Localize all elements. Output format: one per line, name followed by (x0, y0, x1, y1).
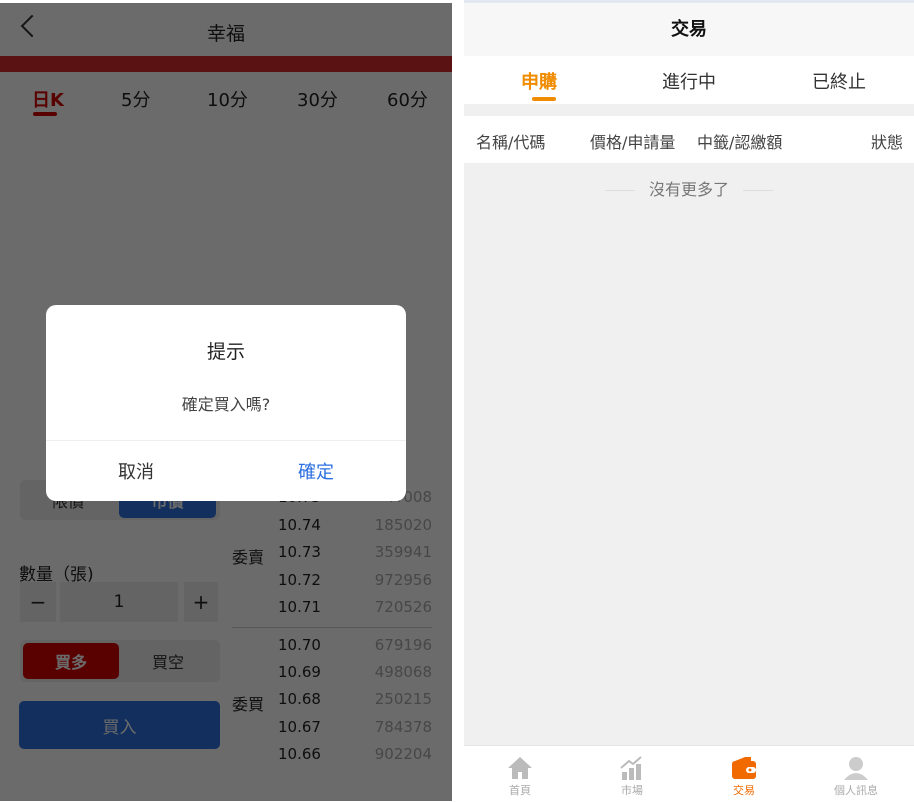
bid-price[interactable]: 10.67 (278, 718, 321, 736)
decrement-button[interactable]: − (20, 582, 56, 622)
tab-indicator (532, 97, 556, 101)
tab-30min[interactable]: 30分 (297, 86, 338, 112)
ask-volume: 972956 (374, 571, 432, 589)
nav-market[interactable]: 市場 (576, 746, 688, 802)
empty-text: 沒有更多了 (464, 176, 914, 200)
price-bar (0, 56, 452, 72)
ask-price[interactable]: 10.72 (278, 571, 321, 589)
confirm-dialog: 提示 確定買入嗎? 取消 確定 (46, 305, 406, 501)
nav-label: 市場 (621, 784, 643, 797)
increment-button[interactable]: + (184, 582, 218, 622)
column-name-code: 名稱/代碼 (476, 133, 546, 152)
stock-title: 幸福 (206, 23, 245, 45)
table-header: 名稱/代碼 價格/申請量 中籤/認繳額 狀態 (464, 116, 914, 163)
nav-profile[interactable]: 個人訊息 (800, 746, 912, 802)
tab-5min[interactable]: 5分 (121, 86, 150, 112)
ask-label: 委賣 (232, 548, 265, 567)
nav-label: 個人訊息 (834, 784, 878, 797)
bid-volume: 902204 (374, 745, 432, 763)
buy-long-button[interactable]: 買多 (23, 643, 119, 679)
buy-button[interactable]: 買入 (19, 701, 220, 749)
ask-volume: 359941 (374, 543, 432, 561)
dialog-title: 提示 (206, 341, 245, 363)
home-icon (507, 756, 533, 780)
bid-price[interactable]: 10.66 (278, 745, 321, 763)
bid-volume: 498068 (374, 663, 432, 681)
tab-indicator (33, 112, 57, 116)
ask-volume: 720526 (374, 598, 432, 616)
trade-tabs: 申購 進行中 已終止 (464, 56, 914, 104)
chart-icon (619, 756, 645, 780)
column-price-qty: 價格/申請量 (590, 133, 676, 152)
tab-10min[interactable]: 10分 (207, 86, 248, 112)
tab-daily-k[interactable]: 日K (32, 86, 64, 112)
user-icon (843, 756, 869, 780)
wallet-icon (731, 756, 757, 780)
buy-short-button[interactable]: 買空 (120, 643, 216, 679)
nav-trade[interactable]: 交易 (688, 746, 800, 802)
header: 幸福 (0, 3, 452, 56)
bid-price[interactable]: 10.69 (278, 663, 321, 681)
tab-terminated[interactable]: 已終止 (764, 68, 914, 94)
tab-60min[interactable]: 60分 (387, 86, 428, 112)
confirm-button[interactable]: 確定 (226, 441, 406, 501)
bid-price[interactable]: 10.68 (278, 690, 321, 708)
quantity-input[interactable]: 1 (60, 582, 178, 622)
bottom-nav: 首頁 市場 交易 個人訊息 (464, 745, 914, 801)
ask-price[interactable]: 10.74 (278, 516, 321, 534)
nav-label: 首頁 (509, 784, 531, 797)
dialog-message: 確定買入嗎? (181, 395, 271, 414)
orderbook-divider (232, 627, 432, 628)
ask-price[interactable]: 10.73 (278, 543, 321, 561)
trade-screen: 交易 申購 進行中 已終止 名稱/代碼 價格/申請量 中籤/認繳額 狀態 沒有更… (464, 0, 914, 801)
bid-volume: 784378 (374, 718, 432, 736)
nav-label: 交易 (733, 784, 755, 797)
tab-in-progress[interactable]: 進行中 (614, 68, 764, 94)
ask-volume: 185020 (374, 516, 432, 534)
bid-price[interactable]: 10.70 (278, 636, 321, 654)
column-allotment: 中籤/認繳額 (697, 133, 783, 152)
bid-volume: 679196 (374, 636, 432, 654)
tab-subscribe[interactable]: 申購 (464, 68, 614, 94)
bid-label: 委買 (232, 695, 265, 714)
nav-home[interactable]: 首頁 (464, 746, 576, 802)
column-status: 狀態 (870, 133, 903, 152)
direction-selector: 買多 買空 (20, 640, 220, 682)
page-title: 交易 (464, 3, 914, 56)
ask-price[interactable]: 10.71 (278, 598, 321, 616)
cancel-button[interactable]: 取消 (46, 441, 226, 501)
bid-volume: 250215 (374, 690, 432, 708)
